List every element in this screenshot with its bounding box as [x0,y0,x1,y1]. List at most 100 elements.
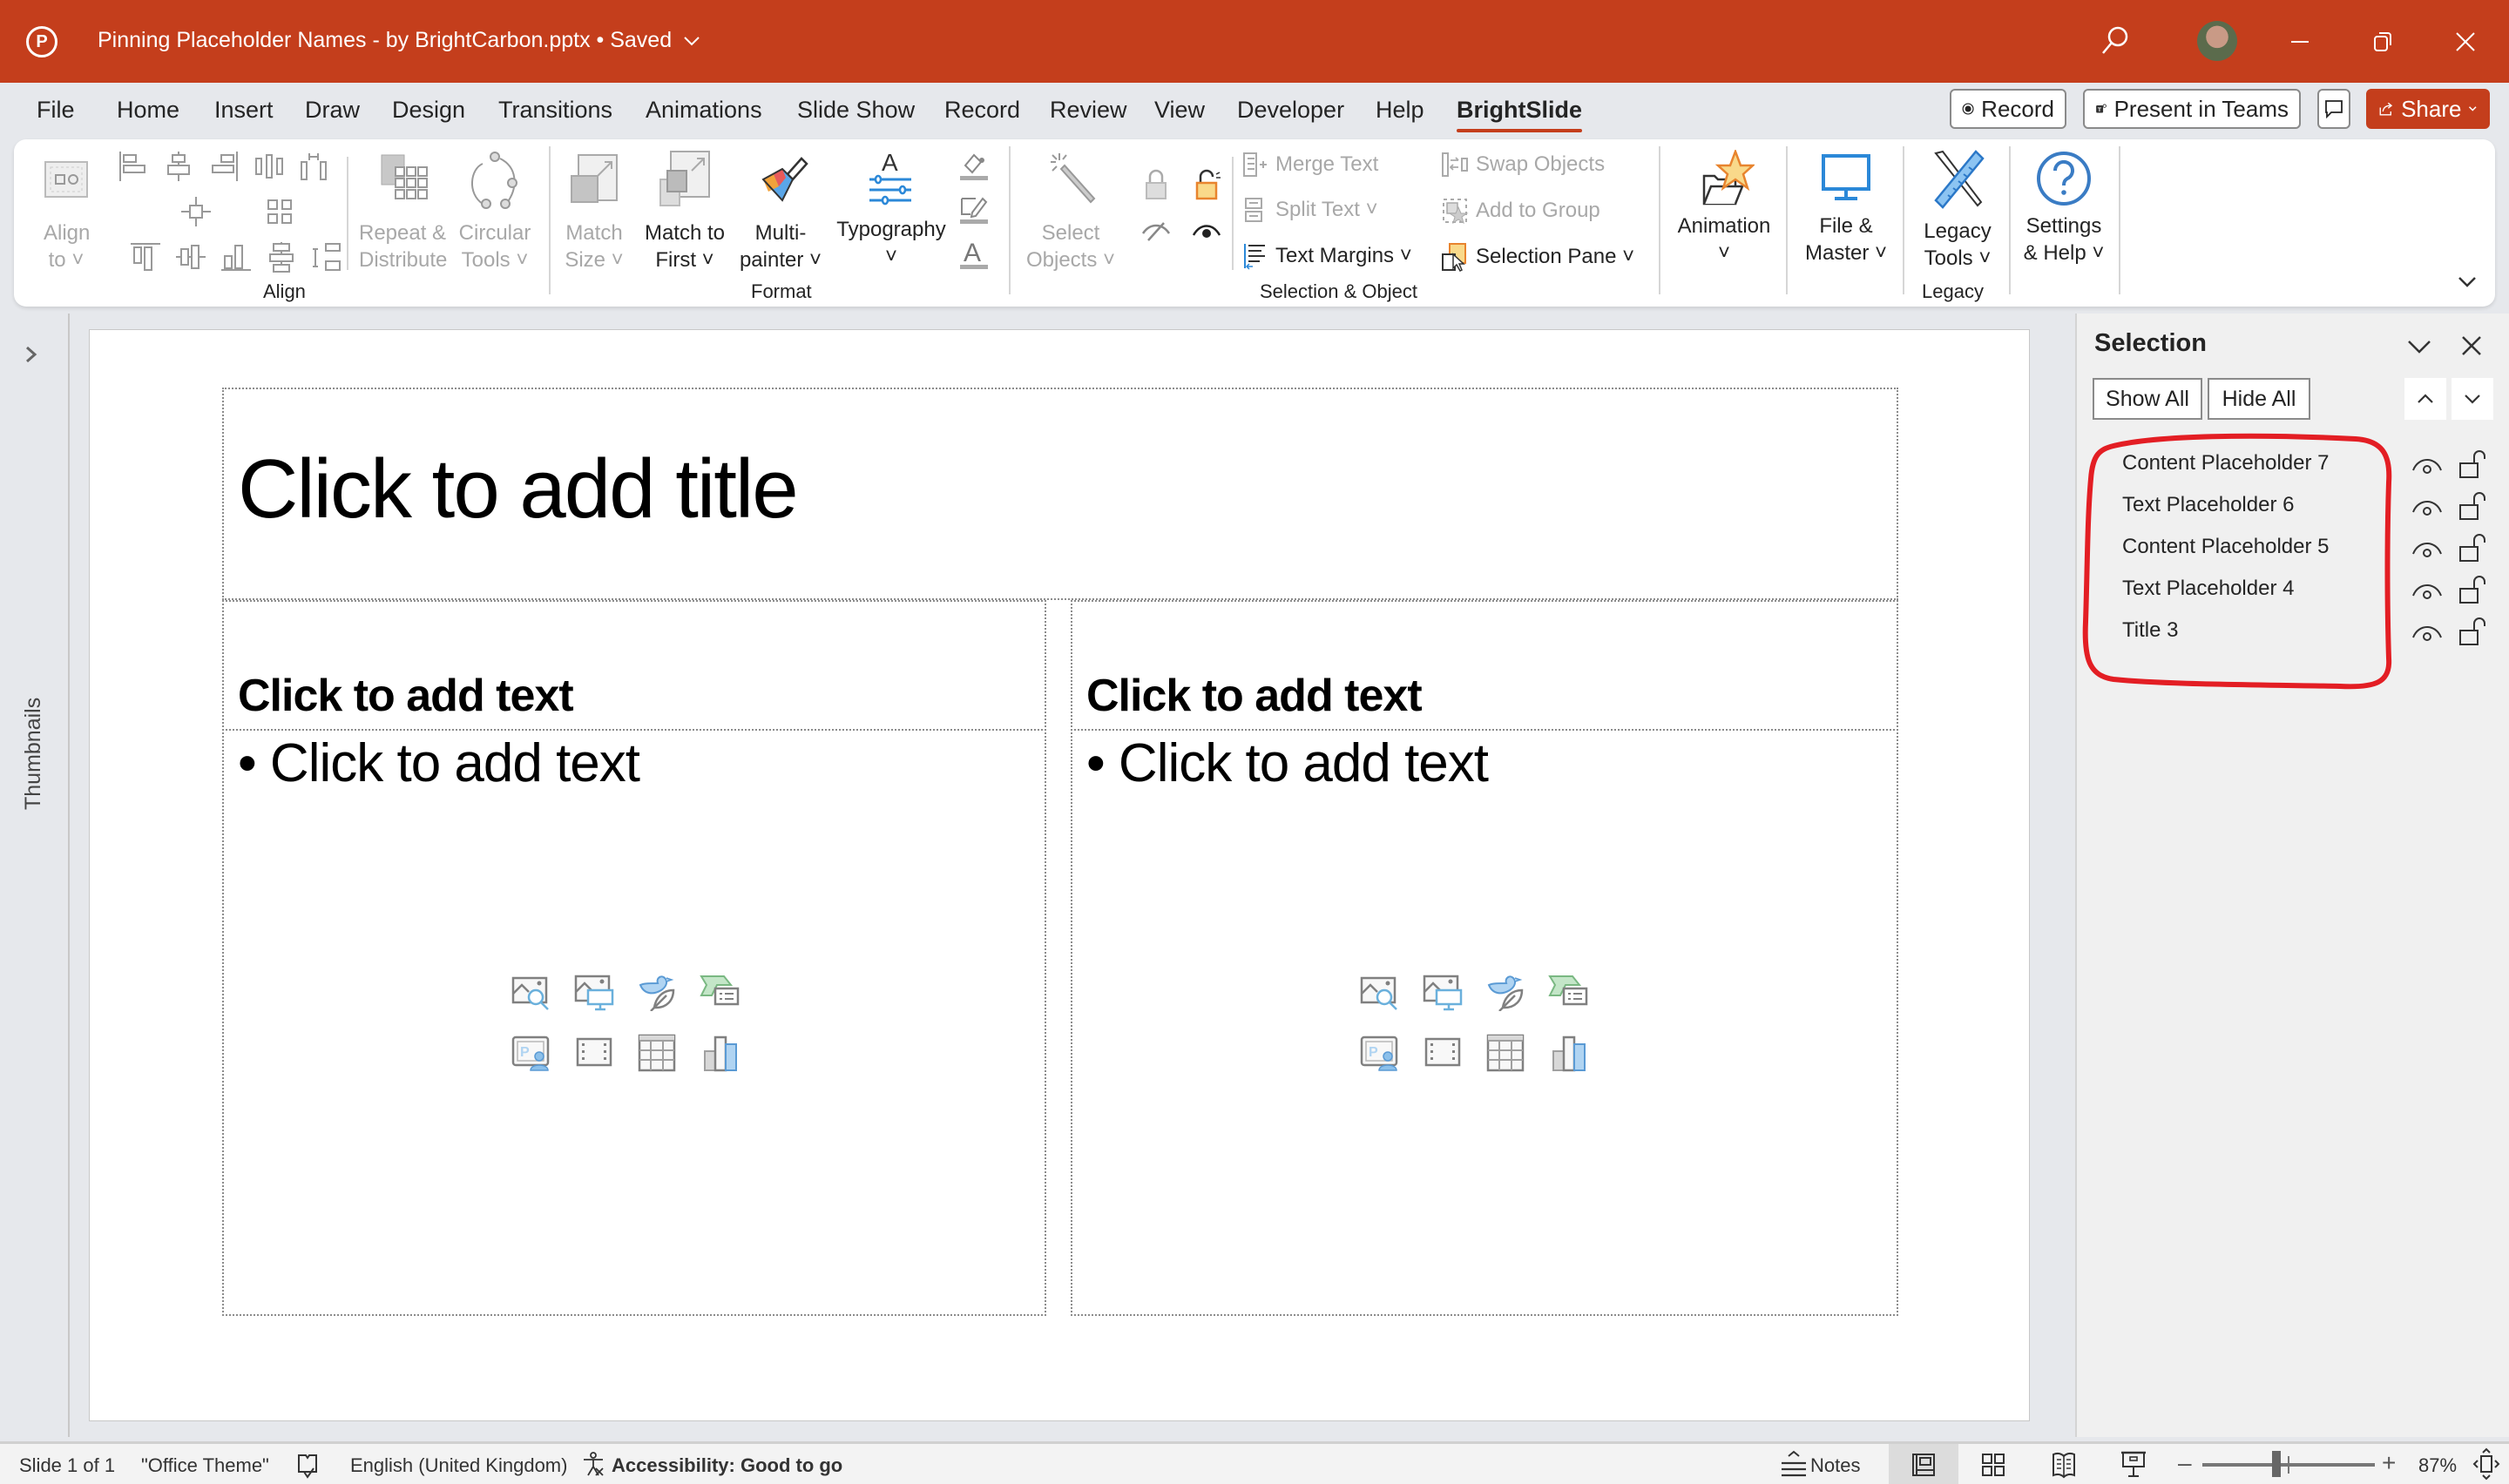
outline-color-icon[interactable] [958,193,990,225]
left-heading-placeholder[interactable]: Click to add text [222,600,1046,731]
hide-icon[interactable] [1141,219,1171,242]
distribute-horizontal-icon[interactable] [253,150,286,183]
insert-stock-image-icon[interactable] [1360,973,1400,1011]
collapse-ribbon-icon[interactable] [2457,275,2478,289]
font-color-icon[interactable]: A [958,237,990,272]
tab-brightslide[interactable]: BrightSlide [1457,97,1583,132]
right-heading-placeholder[interactable]: Click to add text [1071,600,1898,731]
align-top-icon[interactable] [129,240,162,273]
bring-forward-button[interactable] [2404,378,2446,420]
document-title[interactable]: Pinning Placeholder Names - by BrightCar… [98,28,700,53]
visibility-eye-icon[interactable] [2411,622,2443,646]
chevron-right-icon[interactable] [24,345,38,364]
match-size-button[interactable]: Match Size ˅ [565,150,624,272]
insert-table-icon[interactable] [637,1034,677,1072]
right-content-placeholder[interactable]: • Click to add text P [1071,729,1898,1316]
close-icon[interactable] [2453,30,2478,54]
tab-record[interactable]: Record [944,97,1020,124]
tab-transitions[interactable]: Transitions [498,97,612,124]
insert-video-icon[interactable] [574,1034,614,1072]
merge-text-button[interactable]: Merge Text [1242,152,1378,178]
align-bottom-icon[interactable] [220,240,253,273]
insert-online-picture-icon[interactable] [1423,973,1463,1011]
align-right-icon[interactable] [207,150,240,183]
unlock-icon[interactable] [2458,491,2488,521]
legacy-tools-button[interactable]: Legacy Tools ˅ [1911,148,2004,270]
file-master-button[interactable]: File & Master ˅ [1796,148,1896,270]
slide[interactable]: Click to add title Click to add text • C… [89,329,2030,1421]
tab-help[interactable]: Help [1376,97,1424,124]
normal-view-button[interactable] [1889,1444,1958,1484]
add-to-group-button[interactable]: Add to Group [1441,197,1600,225]
unlock-icon[interactable] [1194,169,1223,200]
close-pane-icon[interactable] [2460,334,2483,357]
insert-video-icon[interactable] [1423,1034,1463,1072]
tab-view[interactable]: View [1154,97,1205,124]
unlock-icon[interactable] [2458,575,2488,604]
typography-button[interactable]: A Typography ˅ [835,148,948,270]
insert-smartart-icon[interactable] [1548,973,1588,1011]
send-backward-button[interactable] [2452,378,2493,420]
zoom-slider-thumb[interactable] [2271,1451,2281,1477]
insert-icons-icon[interactable] [637,973,677,1011]
share-button[interactable]: Share [2366,89,2490,129]
select-objects-button[interactable]: Select Objects ˅ [1023,150,1119,272]
selection-pane-button[interactable]: Selection Pane ˅ [1441,242,1634,272]
slideshow-view-icon[interactable] [2120,1449,2147,1479]
multi-painter-button[interactable]: Multi-painter ˅ [735,150,826,272]
unlock-icon[interactable] [2458,533,2488,563]
pane-options-chevron-icon[interactable] [2406,338,2432,355]
insert-table-icon[interactable] [1485,1034,1525,1072]
visibility-eye-icon[interactable] [2411,538,2443,563]
lock-icon[interactable] [1143,169,1169,200]
visibility-eye-icon[interactable] [2411,455,2443,479]
insert-chart-icon[interactable] [1548,1034,1588,1072]
swap-objects-button[interactable]: Swap Objects [1441,152,1605,178]
settings-help-button[interactable]: Settings & Help ˅ [2018,148,2110,270]
avatar[interactable] [2197,21,2237,61]
language-indicator[interactable]: English (United Kingdom) [350,1454,567,1477]
spelling-check-icon[interactable] [296,1453,319,1479]
stack-icon[interactable] [310,240,343,273]
align-to-button[interactable]: Align to ˅ [40,153,92,275]
animation-button[interactable]: Animation ˅ [1669,148,1779,270]
insert-chart-icon[interactable] [700,1034,740,1072]
zoom-out-button[interactable]: – [2178,1449,2192,1477]
text-margins-button[interactable]: Text Margins ˅ [1242,242,1412,270]
insert-cameo-icon[interactable]: P [1360,1034,1400,1072]
accessibility-status[interactable]: Accessibility: Good to go [612,1454,842,1477]
present-in-teams-button[interactable]: T Present in Teams [2083,89,2301,129]
left-content-placeholder[interactable]: • Click to add text P [222,729,1046,1316]
thumbnails-label[interactable]: Thumbnails [21,698,46,810]
tab-review[interactable]: Review [1050,97,1127,124]
align-vertical-center-icon[interactable] [174,240,207,273]
tab-design[interactable]: Design [392,97,465,124]
align-grid-icon[interactable] [263,195,296,228]
show-all-button[interactable]: Show All [2093,378,2202,420]
tab-home[interactable]: Home [117,97,179,124]
visibility-eye-icon[interactable] [2411,580,2443,604]
fill-color-icon[interactable] [958,150,990,181]
distribute-spacing-icon[interactable] [298,150,331,183]
tab-draw[interactable]: Draw [305,97,360,124]
title-placeholder[interactable]: Click to add title [222,388,1898,600]
show-icon[interactable] [1192,219,1221,242]
tab-animations[interactable]: Animations [646,97,762,124]
tab-insert[interactable]: Insert [214,97,274,124]
record-button[interactable]: Record [1950,89,2066,129]
zoom-level[interactable]: 87% [2418,1454,2457,1477]
zoom-in-button[interactable]: + [2382,1449,2396,1477]
restore-icon[interactable] [2371,30,2394,54]
unlock-icon[interactable] [2458,449,2488,479]
tab-developer[interactable]: Developer [1237,97,1344,124]
unlock-icon[interactable] [2458,617,2488,646]
align-left-icon[interactable] [117,150,150,183]
distribute-vertical-icon[interactable] [265,240,298,273]
tab-slide-show[interactable]: Slide Show [797,97,915,124]
minimize-icon[interactable] [2289,31,2310,52]
repeat-distribute-button[interactable]: Repeat & Distribute [359,152,447,273]
tab-file[interactable]: File [37,97,75,124]
search-icon[interactable] [2100,24,2131,56]
circular-tools-button[interactable]: Circular Tools ˅ [458,152,531,273]
insert-icons-icon[interactable] [1485,973,1525,1011]
